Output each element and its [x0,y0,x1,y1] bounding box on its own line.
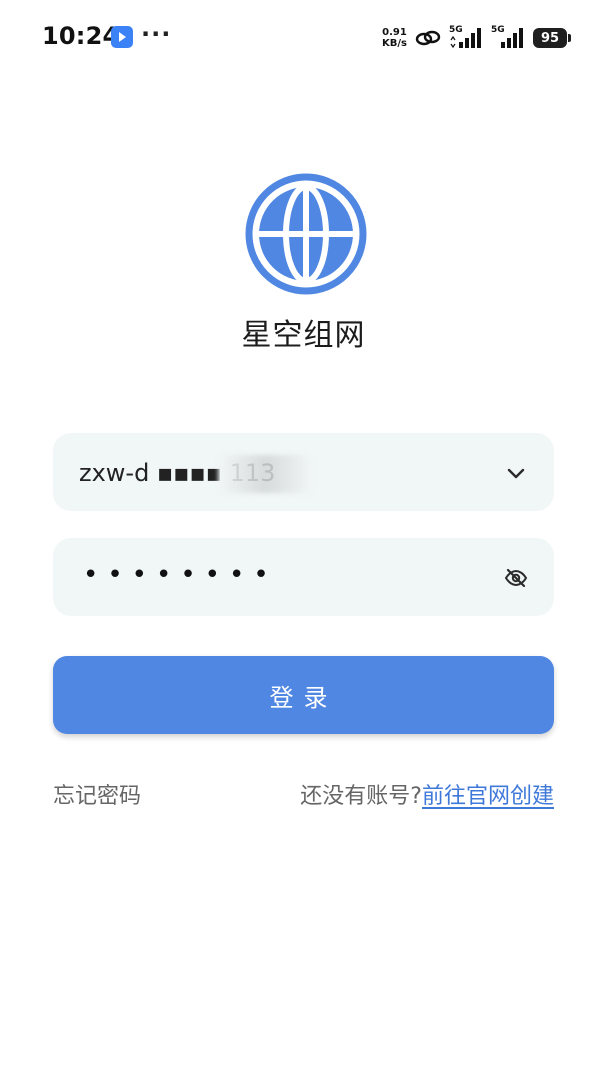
signal-strength-icon: 5G [449,25,483,50]
register-link[interactable]: 前往官网创建 [422,784,554,809]
signal-strength-icon: 5G [491,25,525,50]
no-account-text: 还没有账号? [300,784,422,809]
net-speed-unit: KB/s [382,38,407,49]
net-speed: 0.91 KB/s [382,27,407,49]
status-time: 10:24 [42,22,120,50]
net-speed-value: 0.91 [382,27,407,38]
battery-icon: 95 [533,28,571,48]
register-prompt: 还没有账号?前往官网创建 [300,778,554,810]
hotspot-link-icon [415,30,441,46]
account-field[interactable]: zxw-d ▪▪▪▪ 113 [53,433,554,511]
globe-icon [245,173,367,295]
login-button[interactable]: 登录 [53,656,554,734]
status-more-icon: ··· [141,20,172,48]
forgot-password-link[interactable]: 忘记密码 [53,778,141,810]
chevron-down-icon[interactable] [504,461,528,485]
password-value: •••••••• [83,560,278,590]
account-redaction [218,455,313,493]
password-field[interactable]: •••••••• [53,538,554,616]
app-name: 星空组网 [241,318,366,353]
eye-off-icon[interactable] [504,566,528,590]
notification-app-icon [111,26,133,48]
status-bar: 10:24 ··· 0.91 KB/s 5G 5G 95 [0,0,607,76]
status-indicators: 0.91 KB/s 5G 5G 95 [382,22,571,54]
